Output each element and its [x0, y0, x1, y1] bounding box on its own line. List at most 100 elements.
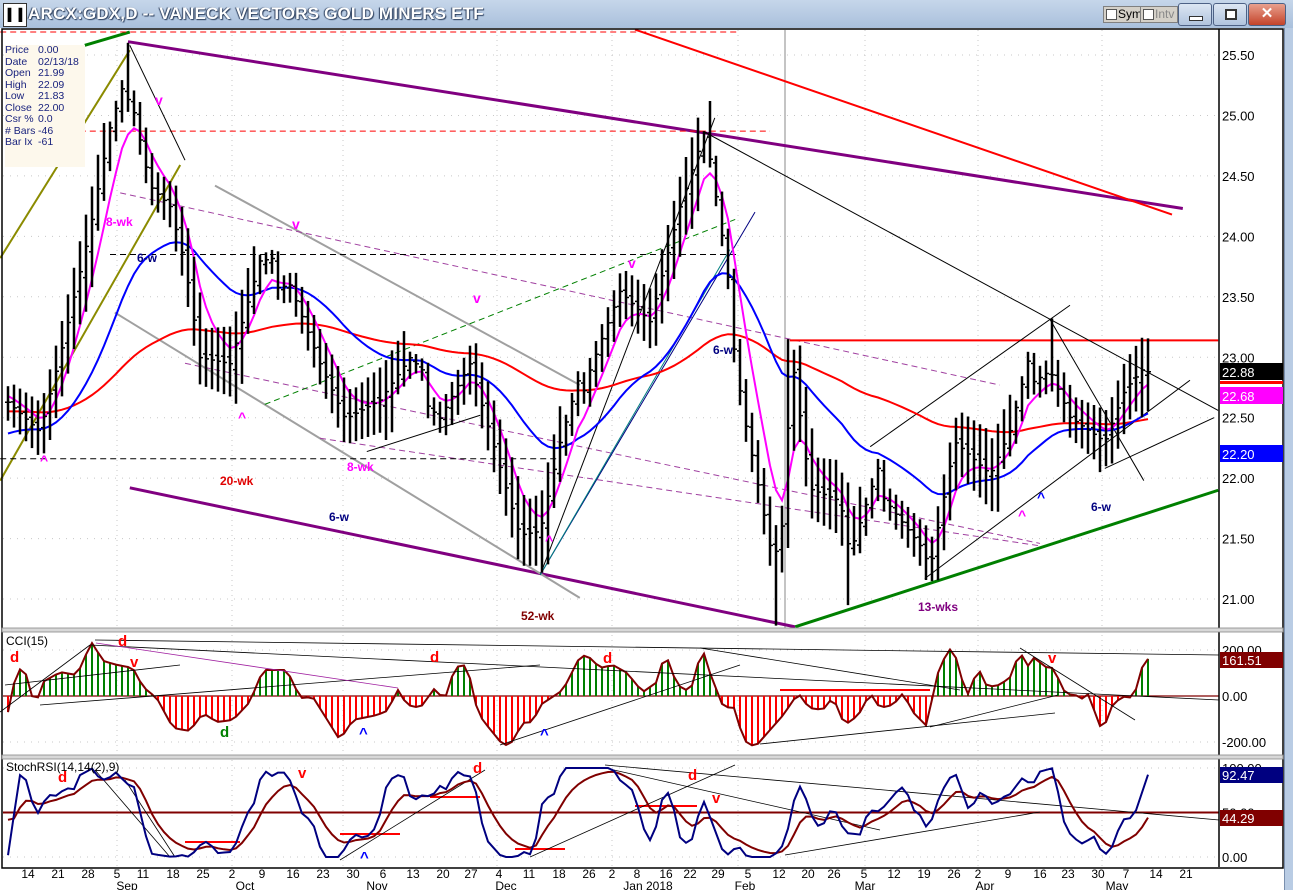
y-tick-label: 21.00: [1222, 592, 1255, 607]
x-month-label: Jan 2018: [623, 879, 673, 890]
y-tick-label: 24.50: [1222, 169, 1255, 184]
annotation: ^: [360, 849, 369, 866]
chart-canvas[interactable]: 25.5025.0024.5024.0023.5023.0022.5022.00…: [0, 0, 1293, 890]
annotation: 8-wk: [347, 460, 374, 474]
x-tick-label: 23: [316, 867, 330, 881]
x-tick-label: 26: [827, 867, 841, 881]
annotation: ^: [1018, 507, 1026, 523]
annotation: d: [118, 633, 127, 650]
x-month-label: Feb: [735, 879, 756, 890]
info-label: High: [5, 78, 27, 91]
info-value: 22.00: [38, 101, 65, 114]
x-tick-label: 20: [436, 867, 450, 881]
x-tick-label: 20: [801, 867, 815, 881]
x-tick-label: 14: [1149, 867, 1163, 881]
info-value: -46: [38, 124, 54, 137]
x-tick-label: 16: [1033, 867, 1047, 881]
x-month-label: Dec: [495, 879, 516, 890]
x-tick-label: 30: [1091, 867, 1105, 881]
annotation: v: [712, 790, 721, 807]
info-label: Open: [5, 67, 31, 79]
x-tick-label: 11: [523, 867, 536, 881]
info-value: -61: [38, 136, 54, 148]
x-tick-label: 13: [406, 867, 420, 881]
info-value: 02/13/18: [38, 55, 79, 68]
window-frame: [1284, 28, 1293, 890]
x-tick-label: 12: [887, 867, 901, 881]
stoch-d-value: 44.29: [1222, 811, 1255, 826]
annotation: v: [1048, 650, 1057, 667]
y-tick-label: 22.00: [1222, 471, 1255, 486]
annotation: ^: [545, 532, 553, 548]
x-tick-label: 23: [1061, 867, 1075, 881]
y-tick-label: 24.00: [1222, 229, 1255, 244]
annotation: ^: [1037, 489, 1045, 505]
pane-divider: [1, 754, 1284, 760]
x-month-label: Nov: [366, 879, 387, 890]
info-label: Close: [5, 101, 32, 114]
stoch-k-value: 92.47: [1222, 768, 1255, 783]
x-month-label: Mar: [855, 879, 876, 890]
x-tick-label: 14: [21, 867, 35, 881]
cci-value: 161.51: [1222, 653, 1262, 668]
annotation: 6-w: [1091, 500, 1112, 514]
y-tick-label: 21.50: [1222, 532, 1255, 547]
annotation: d: [220, 724, 229, 741]
annotation: v: [473, 290, 481, 306]
annotation: ^: [238, 409, 246, 425]
x-tick-label: 16: [286, 867, 300, 881]
cci-title: CCI(15): [6, 634, 48, 648]
annotation: d: [10, 649, 19, 666]
annotation: v: [298, 765, 307, 782]
x-month-label: Apr: [976, 879, 995, 890]
annotation: d: [473, 760, 482, 777]
annotation: ^: [359, 725, 368, 742]
pane-divider: [1, 627, 1284, 633]
info-value: 22.09: [38, 78, 65, 91]
annotation: d: [603, 650, 612, 667]
x-month-label: Sep: [116, 879, 138, 890]
annotation: ^: [540, 726, 549, 743]
x-tick-label: 9: [1005, 867, 1012, 881]
x-tick-label: 18: [552, 867, 566, 881]
stoch-tick-label: 0.00: [1222, 850, 1247, 865]
annotation: d: [430, 649, 439, 666]
annotation: v: [628, 255, 636, 271]
info-label: Low: [5, 90, 25, 102]
x-tick-label: 11: [137, 867, 150, 881]
mid-ma-value: 22.20: [1222, 447, 1255, 462]
x-month-label: May: [1106, 879, 1129, 890]
info-box: Price 0.00 Date 02/13/18 Open 21.99 High 22.09 L…: [5, 45, 85, 167]
info-value: 0.0: [38, 113, 53, 125]
annotation: ^: [40, 452, 48, 468]
slow-ma-marker: [1220, 381, 1283, 384]
annotation: 6-w: [137, 251, 158, 265]
info-value: 21.83: [38, 90, 65, 102]
x-tick-label: 2: [229, 867, 236, 881]
x-tick-label: 21: [1179, 867, 1193, 881]
close-value: 22.88: [1222, 365, 1255, 380]
x-month-label: Oct: [236, 879, 255, 890]
annotation: v: [155, 92, 163, 108]
x-tick-label: 2: [609, 867, 616, 881]
y-tick-label: 22.50: [1222, 411, 1255, 426]
cci-tick-label: 0.00: [1222, 689, 1247, 704]
annotation: 52-wk: [521, 609, 555, 623]
info-label: Price: [5, 44, 29, 56]
x-tick-label: 26: [582, 867, 596, 881]
cci-tick-label: -200.00: [1222, 735, 1266, 750]
info-label: Csr %: [5, 113, 34, 125]
annotation: 6-w: [329, 510, 350, 524]
x-tick-label: 26: [947, 867, 961, 881]
annotation: 8-wk: [106, 215, 133, 229]
annotation: v: [292, 216, 300, 232]
x-tick-label: 12: [772, 867, 786, 881]
info-row: Bar Ix -61: [5, 137, 85, 149]
y-tick-label: 25.00: [1222, 108, 1255, 123]
annotation: 6-w: [713, 343, 734, 357]
stochrsi-title: StochRSI(14,14(2),9): [6, 760, 119, 774]
x-tick-label: 9: [259, 867, 266, 881]
x-tick-label: 19: [917, 867, 931, 881]
annotation: v: [130, 654, 139, 671]
annotation: 13-wks: [918, 600, 958, 614]
